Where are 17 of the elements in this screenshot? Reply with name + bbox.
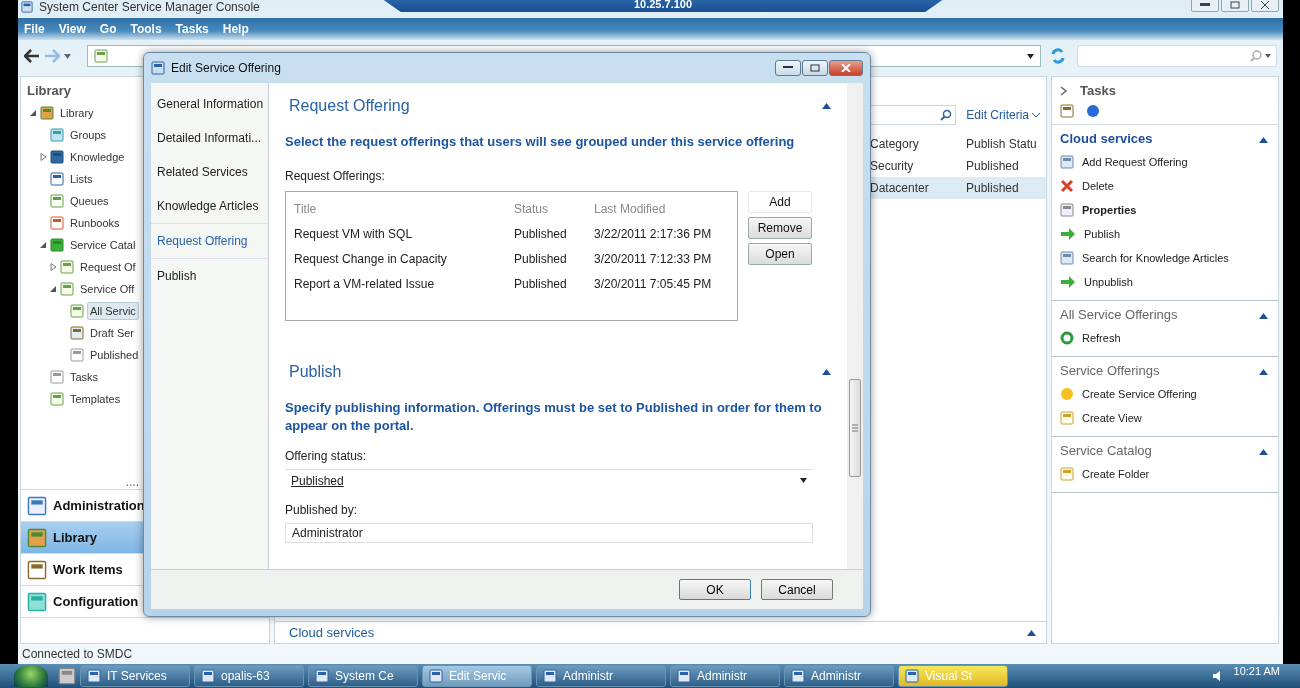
field-label: Offering status: bbox=[285, 449, 368, 463]
pane-title: Tasks bbox=[1080, 83, 1116, 98]
instruction-text: Specify publishing information. Offerings must be set to Published in order for them to appear on the portal. bbox=[285, 399, 823, 435]
section-title: All Service Offerings bbox=[1060, 307, 1178, 322]
window-title: System Center Service Manager Console bbox=[39, 1, 260, 13]
section-title: Cloud services bbox=[1060, 131, 1153, 146]
dialog-title: Edit Service Offering bbox=[171, 61, 281, 75]
field-label: Published by: bbox=[285, 503, 359, 517]
section-title: Service Catalog bbox=[1060, 443, 1152, 458]
field-label: Request Offerings: bbox=[285, 169, 386, 183]
section-title: Service Offerings bbox=[1060, 363, 1160, 378]
section-heading: Request Offering bbox=[289, 97, 410, 115]
clock: 10:21 AM bbox=[1233, 664, 1280, 677]
pane-title: Library bbox=[26, 82, 73, 100]
status-text: Connected to SMDC bbox=[21, 646, 134, 663]
instruction-text: Select the request offerings that users will see grouped under this service offering bbox=[285, 133, 796, 151]
section-heading: Publish bbox=[289, 363, 342, 381]
